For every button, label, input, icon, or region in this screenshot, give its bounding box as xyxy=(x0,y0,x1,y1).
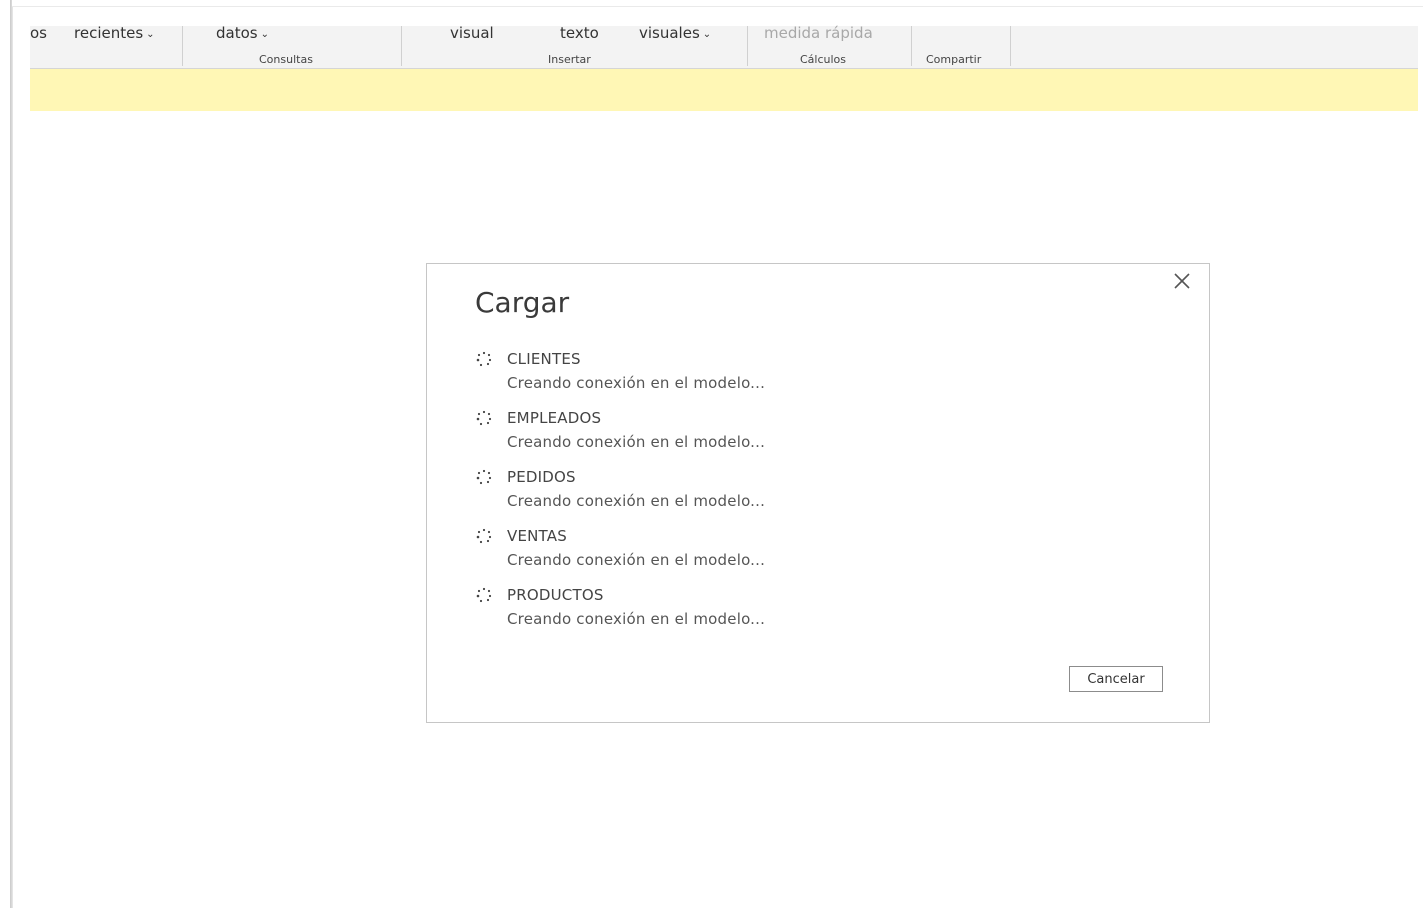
ribbon-separator xyxy=(401,26,402,66)
item-status: Creando conexión en el modelo... xyxy=(507,433,766,451)
quick-measure-button[interactable]: medida rápida xyxy=(764,26,873,41)
list-item: PRODUCTOS Creando conexión en el modelo.… xyxy=(475,584,1155,643)
chevron-down-icon: ⌄ xyxy=(146,29,155,40)
chevron-down-icon: ⌄ xyxy=(702,29,712,40)
item-name: EMPLEADOS xyxy=(507,409,602,427)
window-top-edge xyxy=(12,0,1423,7)
load-dialog: Cargar CLIENTES Creando conexión en el m… xyxy=(426,263,1210,723)
ribbon-item-partial[interactable]: os xyxy=(30,26,47,41)
item-name: VENTAS xyxy=(507,527,567,545)
window-left-border xyxy=(10,0,13,908)
dialog-title: Cargar xyxy=(475,286,570,319)
item-status: Creando conexión en el modelo... xyxy=(507,374,766,392)
loading-spinner-icon xyxy=(476,410,492,426)
transform-data-button[interactable]: datos ⌄ xyxy=(216,26,269,42)
loading-spinner-icon xyxy=(476,469,492,485)
ribbon-separator xyxy=(1010,26,1011,66)
group-label-consultas: Consultas xyxy=(259,53,313,66)
recent-sources-button[interactable]: recientes ⌄ xyxy=(74,26,155,42)
item-name: CLIENTES xyxy=(507,350,581,368)
chevron-down-icon: ⌄ xyxy=(260,29,269,40)
loading-spinner-icon xyxy=(476,351,492,367)
ribbon-separator xyxy=(747,26,748,66)
item-name: PEDIDOS xyxy=(507,468,576,486)
list-item: VENTAS Creando conexión en el modelo... xyxy=(475,525,1155,584)
item-status: Creando conexión en el modelo... xyxy=(507,492,766,510)
loading-spinner-icon xyxy=(476,587,492,603)
item-status: Creando conexión en el modelo... xyxy=(507,610,766,628)
cancel-button[interactable]: Cancelar xyxy=(1069,666,1163,692)
group-label-insertar: Insertar xyxy=(548,53,591,66)
load-items-list: CLIENTES Creando conexión en el modelo..… xyxy=(475,348,1155,643)
notification-bar xyxy=(30,69,1418,111)
item-status: Creando conexión en el modelo... xyxy=(507,551,766,569)
group-label-calculos: Cálculos xyxy=(800,53,847,66)
list-item: EMPLEADOS Creando conexión en el modelo.… xyxy=(475,407,1155,466)
app-window: os recientes ⌄ datos ⌄ Consultas visual te… xyxy=(0,0,1423,908)
more-visuals-button[interactable]: visuales ⌄ xyxy=(639,26,711,42)
group-label-compartir: Compartir xyxy=(926,53,982,66)
loading-spinner-icon xyxy=(476,528,492,544)
ribbon-separator xyxy=(911,26,912,66)
ribbon-separator xyxy=(182,26,183,66)
item-name: PRODUCTOS xyxy=(507,586,604,604)
list-item: CLIENTES Creando conexión en el modelo..… xyxy=(475,348,1155,407)
new-visual-button[interactable]: visual xyxy=(450,26,494,41)
text-box-button[interactable]: texto xyxy=(560,26,599,41)
list-item: PEDIDOS Creando conexión en el modelo... xyxy=(475,466,1155,525)
close-icon[interactable] xyxy=(1171,270,1193,292)
ribbon: os recientes ⌄ datos ⌄ Consultas visual te… xyxy=(30,26,1418,69)
